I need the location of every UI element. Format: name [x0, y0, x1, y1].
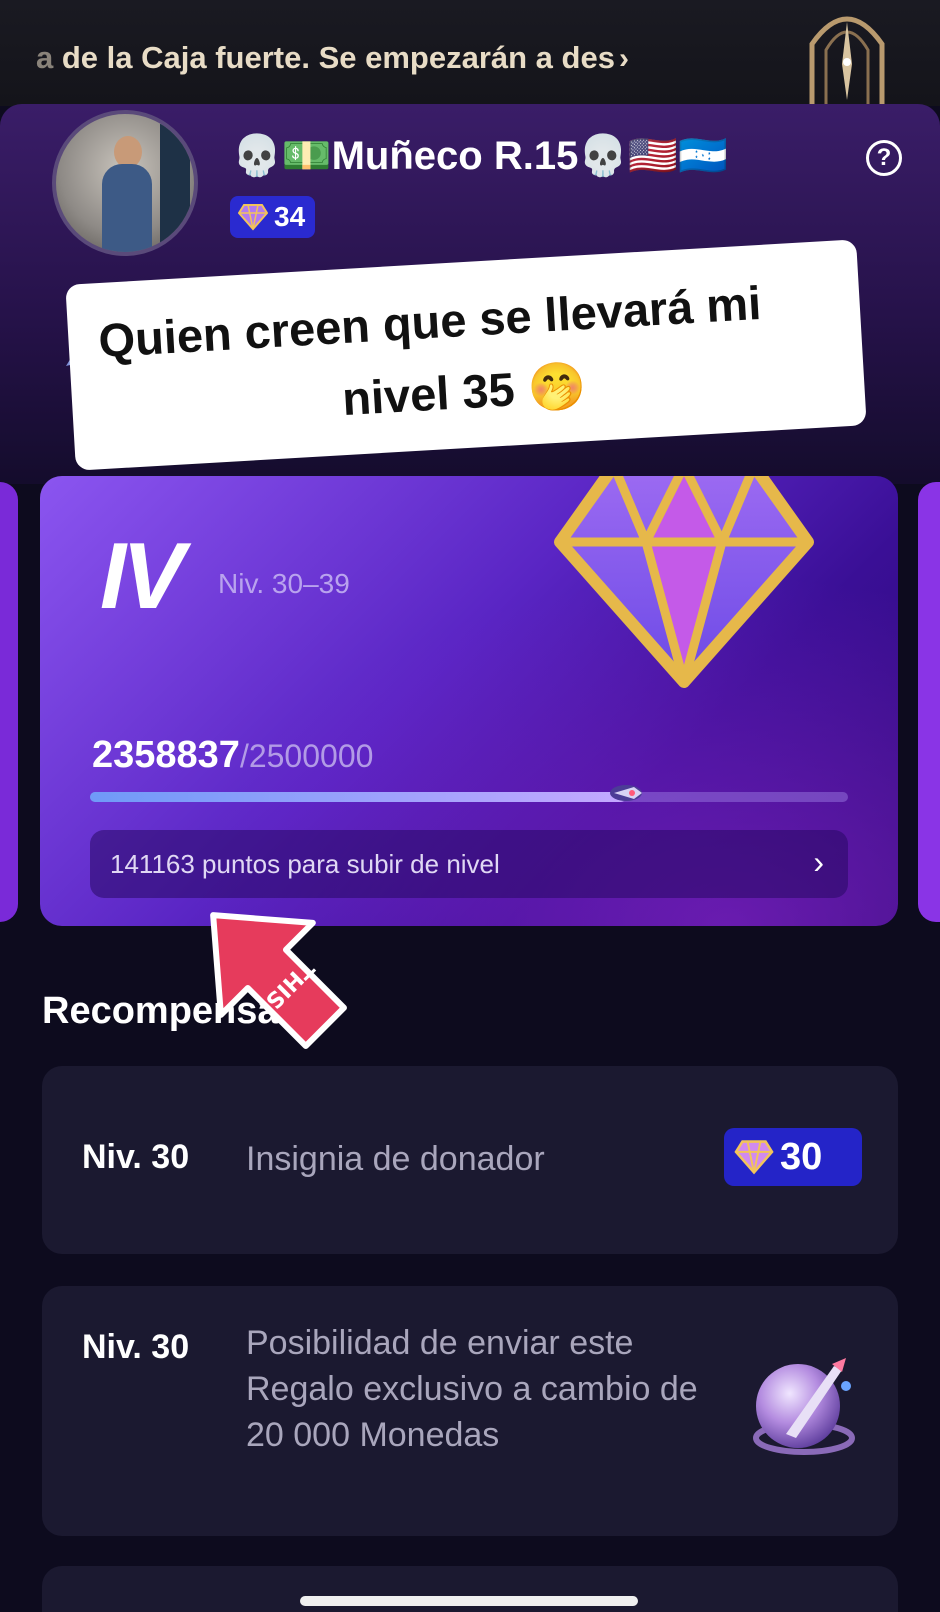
vault-icon[interactable] — [802, 4, 892, 104]
level-badge: 34 — [230, 196, 316, 238]
avatar-door — [160, 124, 190, 244]
planet-gift-icon — [753, 1358, 855, 1455]
next-tier-card[interactable] — [918, 482, 940, 922]
reward-item[interactable]: Niv. 30 Insignia de donador 30 — [42, 1066, 898, 1254]
caption-line-2: nivel 35 🤭 — [340, 358, 588, 426]
level-number: 34 — [274, 201, 306, 232]
progress-fill — [90, 792, 626, 802]
avatar[interactable] — [52, 110, 198, 256]
banner-text-main: de la Caja fuerte. Se empezarán a des — [53, 40, 615, 75]
diamond-icon — [238, 204, 268, 231]
banner-chevron-icon: › — [618, 42, 629, 75]
reward-badge: 30 — [724, 1128, 862, 1186]
prev-tier-card[interactable] — [0, 482, 18, 922]
banner-text-faded: a — [36, 40, 54, 75]
reward-level: Niv. 30 — [82, 1138, 190, 1176]
help-icon: ? — [876, 144, 892, 171]
points-progress-bar — [90, 785, 848, 802]
tier-roman-numeral: IV — [100, 523, 185, 628]
arrow-sticker: THIS! — [210, 912, 347, 1049]
points-readout: 2358837/2500000 — [92, 734, 373, 777]
username: 💀💵Muñeco R.15💀🇺🇸🇭🇳 — [232, 134, 728, 178]
current-points: 2358837 — [92, 734, 240, 776]
vault-banner[interactable]: a de la Caja fuerte. Se empezarán a des › — [0, 0, 940, 106]
caption-line-1: Quien creen que se llevará mi — [97, 275, 763, 368]
tier-diamond-icon — [554, 476, 814, 688]
reward-description: Posibilidad de enviar este Regalo exclus… — [246, 1324, 698, 1454]
help-button[interactable]: ? — [866, 140, 902, 176]
reward-level: Niv. 30 — [82, 1328, 190, 1366]
reward-description: Insignia de donador — [246, 1140, 545, 1178]
rocket-icon — [609, 785, 642, 801]
tier-card[interactable]: IV Niv. 30–39 2358837/2500000 141163 pun… — [40, 476, 898, 926]
reward-item[interactable]: Niv. 30 Posibilidad de enviar este Regal… — [42, 1286, 898, 1536]
screen: a de la Caja fuerte. Se empezarán a des ›… — [0, 0, 940, 1612]
next-level-text: 141163 puntos para subir de nivel — [110, 848, 500, 879]
avatar-body — [102, 164, 152, 252]
banner-text[interactable]: a de la Caja fuerte. Se empezarán a des › — [36, 40, 629, 76]
diamond-icon — [734, 1140, 774, 1175]
chevron-right-icon: › — [813, 844, 824, 880]
total-points: /2500000 — [239, 738, 374, 774]
home-indicator[interactable] — [300, 1596, 638, 1606]
tier-range: Niv. 30–39 — [218, 568, 350, 599]
reward-badge-number: 30 — [780, 1135, 823, 1178]
